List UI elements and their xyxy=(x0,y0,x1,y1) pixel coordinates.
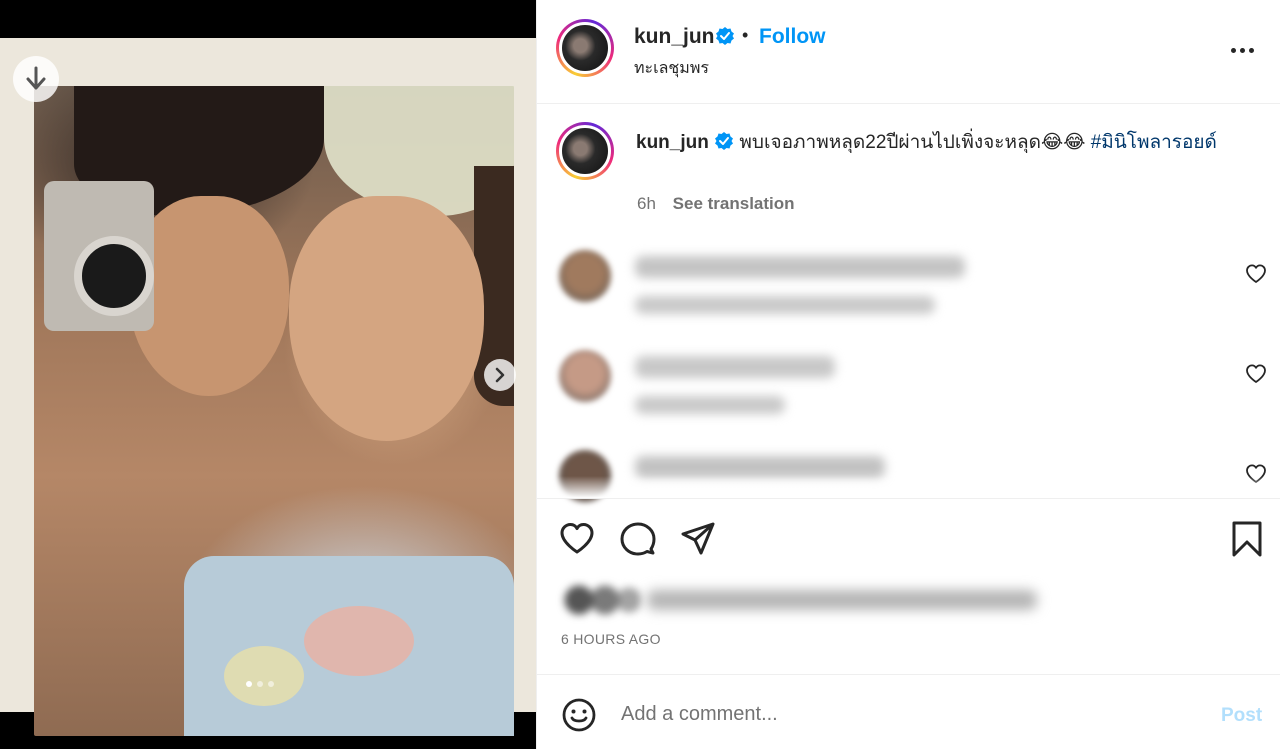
comment-text xyxy=(635,256,965,278)
see-translation-button[interactable]: See translation xyxy=(673,194,795,213)
post-side-panel: kun_jun • Follow ทะเลชุมพร kun_jun พบเจอ… xyxy=(536,0,1280,749)
comment-icon[interactable] xyxy=(620,521,656,557)
comment-like-heart-icon[interactable] xyxy=(1245,363,1267,385)
polaroid-frame xyxy=(0,38,536,736)
caption-body: พบเจอภาพหลุด22ปีผ่านไปเพิ่งจะหลุด😂😂 xyxy=(739,132,1086,153)
comment-avatar[interactable] xyxy=(559,250,611,302)
download-button[interactable] xyxy=(13,56,59,102)
share-icon[interactable] xyxy=(680,521,716,557)
post-media xyxy=(0,0,536,749)
liked-by-avatars xyxy=(561,584,641,616)
heart-icon[interactable] xyxy=(559,521,595,557)
post-actions: 6 HOURS AGO xyxy=(537,498,1280,674)
carousel-indicator xyxy=(246,681,274,687)
carousel-dot xyxy=(268,681,274,687)
comment-input[interactable] xyxy=(621,697,1181,731)
liked-by-text xyxy=(647,590,1037,610)
comment-meta xyxy=(635,396,785,414)
add-comment-bar: Post xyxy=(537,674,1280,749)
comment-row xyxy=(537,0,1280,502)
post-timestamp[interactable]: 6 HOURS AGO xyxy=(561,631,661,647)
liked-by-summary[interactable] xyxy=(561,584,1041,618)
comment-text xyxy=(635,456,885,478)
comment-text xyxy=(635,356,835,378)
caption-text: kun_jun พบเจอภาพหลุด22ปีผ่านไปเพิ่งจะหลุ… xyxy=(636,128,1236,157)
carousel-dot xyxy=(246,681,252,687)
emoji-icon[interactable] xyxy=(561,697,597,733)
bookmark-icon[interactable] xyxy=(1229,521,1265,557)
post-comment-button[interactable]: Post xyxy=(1221,705,1262,727)
comment-like-heart-icon[interactable] xyxy=(1245,263,1267,285)
chevron-right-icon xyxy=(495,367,505,383)
hashtag-link[interactable]: #มินิโพลารอยด์ xyxy=(1091,132,1217,153)
caption-username[interactable]: kun_jun xyxy=(636,132,709,153)
post-photo[interactable] xyxy=(34,86,514,736)
scroll-fade xyxy=(537,476,1280,498)
verified-badge-icon xyxy=(715,132,734,150)
caption-meta: 6h See translation xyxy=(637,194,795,214)
comment-avatar[interactable] xyxy=(559,350,611,402)
caption-avatar[interactable] xyxy=(556,122,614,180)
caption-time[interactable]: 6h xyxy=(637,194,656,213)
comment-meta xyxy=(635,296,935,314)
carousel-next-button[interactable] xyxy=(484,359,516,391)
arrow-down-icon xyxy=(26,66,46,90)
carousel-dot xyxy=(257,681,263,687)
